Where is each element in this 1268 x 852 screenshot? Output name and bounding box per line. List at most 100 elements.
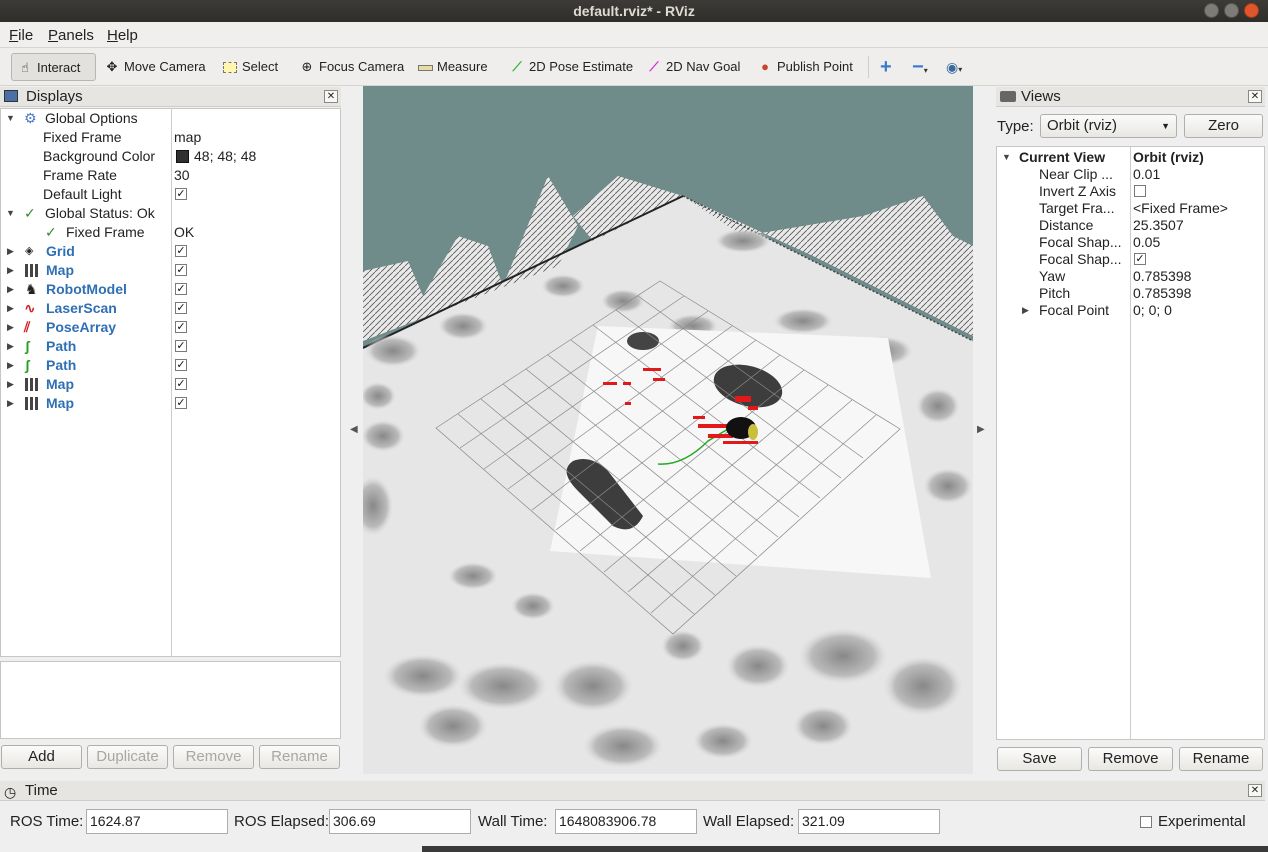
collapsed-arrow-icon: ▶ bbox=[7, 284, 14, 294]
prop-value[interactable]: 0.01 bbox=[1133, 166, 1160, 183]
expanded-arrow-icon: ▼ bbox=[1002, 152, 1011, 162]
status-fixed-frame-row[interactable]: ✓ Fixed Frame OK bbox=[1, 223, 340, 242]
views-close-icon[interactable]: ✕ bbox=[1248, 90, 1262, 103]
add-display-button[interactable]: Add bbox=[1, 745, 82, 769]
display-enabled-checkbox[interactable]: ✓ bbox=[175, 264, 187, 276]
view-type-dropdown[interactable]: Orbit (rviz) ▼ bbox=[1040, 114, 1177, 138]
prop-value[interactable]: 25.3507 bbox=[1133, 217, 1184, 234]
display-enabled-checkbox[interactable]: ✓ bbox=[175, 321, 187, 333]
measure-label: Measure bbox=[437, 59, 488, 74]
time-close-icon[interactable]: ✕ bbox=[1248, 784, 1262, 797]
rename-label: Rename bbox=[1192, 750, 1250, 767]
frame-rate-row[interactable]: Frame Rate 30 bbox=[1, 166, 340, 185]
view-prop-focal-point[interactable]: ▶ Focal Point 0; 0; 0 bbox=[997, 302, 1264, 319]
duplicate-label: Duplicate bbox=[96, 748, 159, 765]
default-light-row[interactable]: Default Light ✓ bbox=[1, 185, 340, 204]
display-enabled-checkbox[interactable]: ✓ bbox=[175, 283, 187, 295]
invert-z-checkbox[interactable] bbox=[1134, 185, 1146, 197]
display-item-map[interactable]: ▶ Map ✓ bbox=[1, 375, 340, 394]
ruler-icon bbox=[416, 53, 434, 81]
menu-help[interactable]: Help bbox=[107, 27, 138, 44]
select-tool-button[interactable]: Select bbox=[217, 53, 278, 81]
global-status-row[interactable]: ▼ ✓ Global Status: Ok bbox=[1, 204, 340, 223]
view-prop-invert-z[interactable]: Invert Z Axis bbox=[997, 183, 1264, 200]
minimize-button[interactable] bbox=[1204, 3, 1219, 18]
nav-goal-tool-button[interactable]: ⟋ 2D Nav Goal bbox=[641, 53, 740, 81]
remove-display-button[interactable]: Remove bbox=[173, 745, 254, 769]
display-enabled-checkbox[interactable]: ✓ bbox=[175, 302, 187, 314]
ros-elapsed-field[interactable]: 306.69 bbox=[329, 809, 471, 834]
view-prop-focal-shape-size[interactable]: Focal Shap... 0.05 bbox=[997, 234, 1264, 251]
green-arrow-icon: ⟋ bbox=[512, 59, 522, 74]
experimental-checkbox[interactable] bbox=[1140, 816, 1152, 828]
wall-elapsed-field[interactable]: 321.09 bbox=[798, 809, 940, 834]
prop-value[interactable]: 0.05 bbox=[1133, 234, 1160, 251]
collapsed-arrow-icon: ▶ bbox=[7, 398, 14, 408]
measure-tool-button[interactable]: Measure bbox=[412, 53, 488, 81]
view-prop-near-clip[interactable]: Near Clip ... 0.01 bbox=[997, 166, 1264, 183]
collapse-right-arrow-icon[interactable]: ▶ bbox=[977, 424, 985, 435]
move-camera-tool-button[interactable]: ✥ Move Camera bbox=[99, 53, 206, 81]
default-light-checkbox[interactable]: ✓ bbox=[175, 188, 187, 200]
prop-value[interactable]: 0.785398 bbox=[1133, 268, 1191, 285]
color-swatch[interactable] bbox=[176, 150, 189, 163]
remove-view-button[interactable]: Remove bbox=[1088, 747, 1173, 771]
remove-tool-button[interactable]: −▾ bbox=[908, 53, 928, 81]
view-prop-pitch[interactable]: Pitch 0.785398 bbox=[997, 285, 1264, 302]
rename-view-button[interactable]: Rename bbox=[1179, 747, 1263, 771]
tool-properties-button[interactable]: ◉▾ bbox=[942, 53, 962, 81]
ros-elapsed-value: 306.69 bbox=[333, 813, 376, 829]
fixed-frame-row[interactable]: Fixed Frame map bbox=[1, 128, 340, 147]
focal-shape-checkbox[interactable]: ✓ bbox=[1134, 253, 1146, 265]
display-enabled-checkbox[interactable]: ✓ bbox=[175, 397, 187, 409]
display-enabled-checkbox[interactable]: ✓ bbox=[175, 378, 187, 390]
save-view-button[interactable]: Save bbox=[997, 747, 1082, 771]
menu-panels[interactable]: Panels bbox=[48, 27, 94, 44]
interact-tool-button[interactable]: ☝ Interact bbox=[11, 53, 96, 81]
close-button[interactable] bbox=[1244, 3, 1259, 18]
pose-estimate-tool-button[interactable]: ⟋ 2D Pose Estimate bbox=[504, 53, 633, 81]
rename-display-button[interactable]: Rename bbox=[259, 745, 340, 769]
add-tool-button[interactable]: + bbox=[876, 53, 892, 81]
background-color-row[interactable]: Background Color 48; 48; 48 bbox=[1, 147, 340, 166]
display-item-label: Map bbox=[46, 395, 74, 411]
display-enabled-checkbox[interactable]: ✓ bbox=[175, 245, 187, 257]
background-color-value[interactable]: 48; 48; 48 bbox=[194, 147, 256, 166]
display-enabled-checkbox[interactable]: ✓ bbox=[175, 359, 187, 371]
prop-label: Pitch bbox=[1039, 285, 1071, 301]
collapse-left-arrow-icon[interactable]: ◀ bbox=[350, 424, 358, 435]
view-prop-distance[interactable]: Distance 25.3507 bbox=[997, 217, 1264, 234]
display-item-map[interactable]: ▶ Map ✓ bbox=[1, 394, 340, 413]
display-item-path[interactable]: ▶ ʃ Path ✓ bbox=[1, 337, 340, 356]
experimental-label: Experimental bbox=[1158, 813, 1246, 830]
current-view-row[interactable]: ▼ Current View Orbit (rviz) bbox=[997, 149, 1264, 166]
menu-file[interactable]: File bbox=[9, 27, 33, 44]
view-prop-focal-shape-fixed[interactable]: Focal Shap... ✓ bbox=[997, 251, 1264, 268]
displays-close-icon[interactable]: ✕ bbox=[324, 90, 338, 103]
3d-render-viewport[interactable] bbox=[363, 86, 973, 774]
wall-time-field[interactable]: 1648083906.78 bbox=[555, 809, 697, 834]
frame-rate-value[interactable]: 30 bbox=[174, 166, 190, 185]
display-enabled-checkbox[interactable]: ✓ bbox=[175, 340, 187, 352]
global-options-row[interactable]: ▼ ⚙ Global Options bbox=[1, 109, 340, 128]
duplicate-display-button[interactable]: Duplicate bbox=[87, 745, 168, 769]
publish-point-tool-button[interactable]: ● Publish Point bbox=[752, 53, 853, 81]
view-prop-yaw[interactable]: Yaw 0.785398 bbox=[997, 268, 1264, 285]
display-item-path[interactable]: ▶ ʃ Path ✓ bbox=[1, 356, 340, 375]
prop-value[interactable]: 0.785398 bbox=[1133, 285, 1191, 302]
display-item-posearray[interactable]: ▶ ⫽ PoseArray ✓ bbox=[1, 318, 340, 337]
current-view-value: Orbit (rviz) bbox=[1133, 149, 1204, 165]
display-item-robotmodel[interactable]: ▶ ♞ RobotModel ✓ bbox=[1, 280, 340, 299]
display-item-map[interactable]: ▶ Map ✓ bbox=[1, 261, 340, 280]
focus-camera-tool-button[interactable]: ⊕ Focus Camera bbox=[294, 53, 405, 81]
prop-value[interactable]: 0; 0; 0 bbox=[1133, 302, 1172, 319]
ros-time-field[interactable]: 1624.87 bbox=[86, 809, 228, 834]
display-item-laserscan[interactable]: ▶ ∿ LaserScan ✓ bbox=[1, 299, 340, 318]
fixed-frame-value[interactable]: map bbox=[174, 128, 201, 147]
maximize-button[interactable] bbox=[1224, 3, 1239, 18]
view-prop-target-frame[interactable]: Target Fra... <Fixed Frame> bbox=[997, 200, 1264, 217]
display-item-grid[interactable]: ▶ ◈ Grid ✓ bbox=[1, 242, 340, 261]
zero-button[interactable]: Zero bbox=[1184, 114, 1263, 138]
camera-icon bbox=[1000, 91, 1016, 102]
prop-value[interactable]: <Fixed Frame> bbox=[1133, 200, 1228, 217]
